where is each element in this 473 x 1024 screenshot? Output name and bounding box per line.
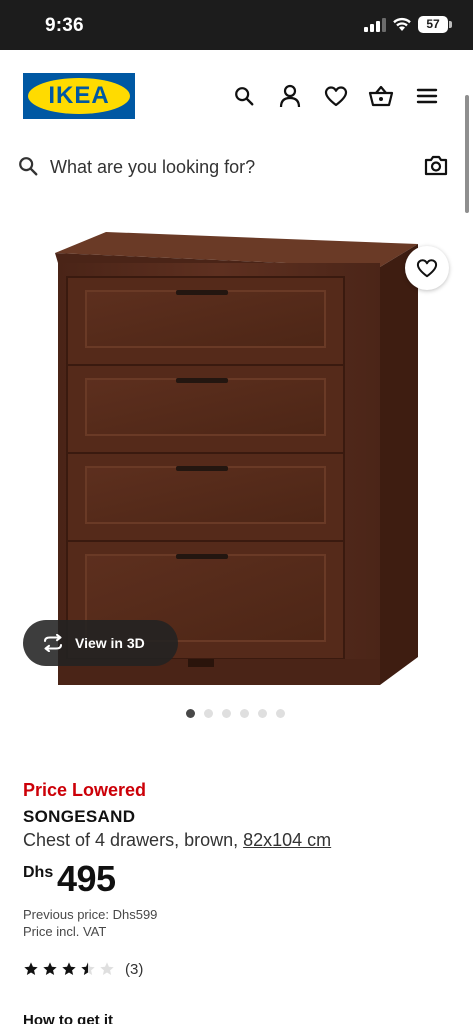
status-time: 9:36 xyxy=(45,15,84,36)
search-bar xyxy=(0,145,473,189)
price-currency: Dhs xyxy=(23,864,54,881)
price-amount: 495 xyxy=(57,858,116,899)
carousel-dot[interactable] xyxy=(204,709,213,718)
previous-price: Previous price: Dhs599 xyxy=(23,907,158,922)
carousel-dot[interactable] xyxy=(222,709,231,718)
wishlist-button[interactable] xyxy=(323,83,349,109)
price-lowered-badge: Price Lowered xyxy=(23,780,147,800)
product-rating[interactable]: (3) xyxy=(23,960,143,978)
search-icon xyxy=(19,157,38,176)
how-to-get-it-heading: How to get it xyxy=(23,1012,113,1024)
product-description-text: Chest of 4 drawers, brown, xyxy=(23,830,244,850)
review-count: (3) xyxy=(125,960,144,978)
ikea-logo[interactable]: IKEA xyxy=(23,73,135,119)
image-carousel-dots xyxy=(186,709,285,719)
rotate-3d-icon xyxy=(44,634,62,652)
menu-icon xyxy=(416,88,438,104)
camera-icon[interactable] xyxy=(424,154,448,176)
carousel-dot[interactable] xyxy=(240,709,249,718)
carousel-dot[interactable] xyxy=(258,709,267,718)
view-in-3d-label: View in 3D xyxy=(75,635,145,651)
heart-icon xyxy=(416,259,438,278)
basket-icon xyxy=(368,85,394,107)
carousel-dot[interactable] xyxy=(186,709,195,718)
site-header: IKEA xyxy=(0,50,473,145)
search-input[interactable] xyxy=(50,153,410,181)
heart-icon xyxy=(324,86,348,107)
star-full-icon xyxy=(43,962,57,975)
battery-indicator: 57 xyxy=(418,16,448,33)
status-bar: 9:36 57 xyxy=(0,0,473,50)
page-scrollbar[interactable] xyxy=(465,95,469,213)
star-half-icon xyxy=(81,962,95,975)
menu-button[interactable] xyxy=(414,83,440,109)
product-name: SONGESAND xyxy=(23,807,136,826)
star-full-icon xyxy=(24,962,38,975)
vat-note: Price incl. VAT xyxy=(23,924,107,939)
view-in-3d-button[interactable]: View in 3D xyxy=(23,620,178,666)
wifi-icon xyxy=(393,17,411,31)
search-icon xyxy=(235,87,254,106)
product-description: Chest of 4 drawers, brown, 82x104 cm xyxy=(23,830,331,851)
header-search-button[interactable] xyxy=(231,83,257,109)
account-button[interactable] xyxy=(277,83,303,109)
add-to-favourites-button[interactable] xyxy=(405,246,449,290)
logo-text: IKEA xyxy=(48,82,110,109)
carousel-dot[interactable] xyxy=(276,709,285,718)
star-empty-icon xyxy=(100,962,114,975)
battery-cap xyxy=(449,21,452,28)
product-size-link[interactable]: 82x104 cm xyxy=(243,830,331,850)
star-full-icon xyxy=(62,962,76,975)
cellular-signal-icon xyxy=(364,18,386,32)
user-icon xyxy=(279,84,301,108)
basket-button[interactable] xyxy=(368,83,394,109)
